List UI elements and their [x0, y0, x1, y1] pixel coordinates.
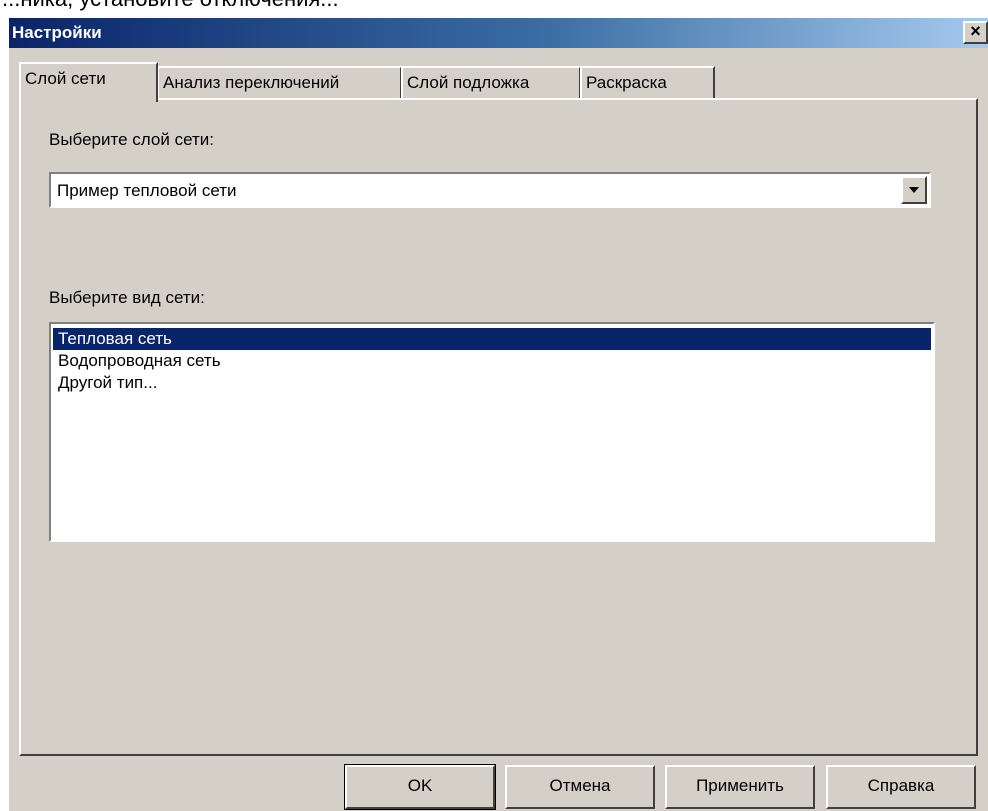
list-item[interactable]: Тепловая сеть	[53, 328, 931, 350]
tab-label: Анализ переключений	[163, 73, 340, 92]
tab-label: Слой сети	[25, 69, 106, 88]
tab-substrate-layer[interactable]: Слой подложка	[401, 66, 581, 100]
cancel-button[interactable]: Отмена	[505, 765, 655, 809]
network-type-list[interactable]: Тепловая сеть Водопроводная сеть Другой …	[49, 322, 935, 542]
tab-network-layer[interactable]: Слой сети	[19, 62, 158, 102]
layer-label: Выберите слой сети:	[49, 130, 214, 149]
network-layer-select[interactable]: Пример тепловой сети	[49, 172, 931, 208]
dropdown-button[interactable]	[901, 176, 927, 204]
tab-label: Раскраска	[586, 73, 667, 92]
chevron-down-icon	[909, 187, 919, 193]
window-title: Настройки	[12, 23, 102, 42]
title-bar[interactable]: Настройки ×	[9, 18, 988, 48]
settings-dialog: Настройки × Слой сети Анализ переключени…	[9, 18, 988, 811]
tab-switching-analysis[interactable]: Анализ переключений	[157, 66, 402, 100]
list-item[interactable]: Водопроводная сеть	[53, 350, 931, 372]
network-layer-value: Пример тепловой сети	[57, 181, 237, 200]
list-item[interactable]: Другой тип...	[53, 372, 931, 394]
help-button[interactable]: Справка	[826, 765, 976, 809]
apply-button[interactable]: Применить	[665, 765, 815, 809]
close-icon: ×	[970, 21, 981, 41]
tab-coloring[interactable]: Раскраска	[580, 66, 715, 100]
close-button[interactable]: ×	[963, 21, 988, 44]
background-text: ...ника, установите отключения...	[2, 0, 339, 12]
tab-label: Слой подложка	[407, 73, 530, 92]
ok-button[interactable]: OK	[344, 764, 496, 810]
type-label: Выберите вид сети:	[49, 288, 205, 307]
